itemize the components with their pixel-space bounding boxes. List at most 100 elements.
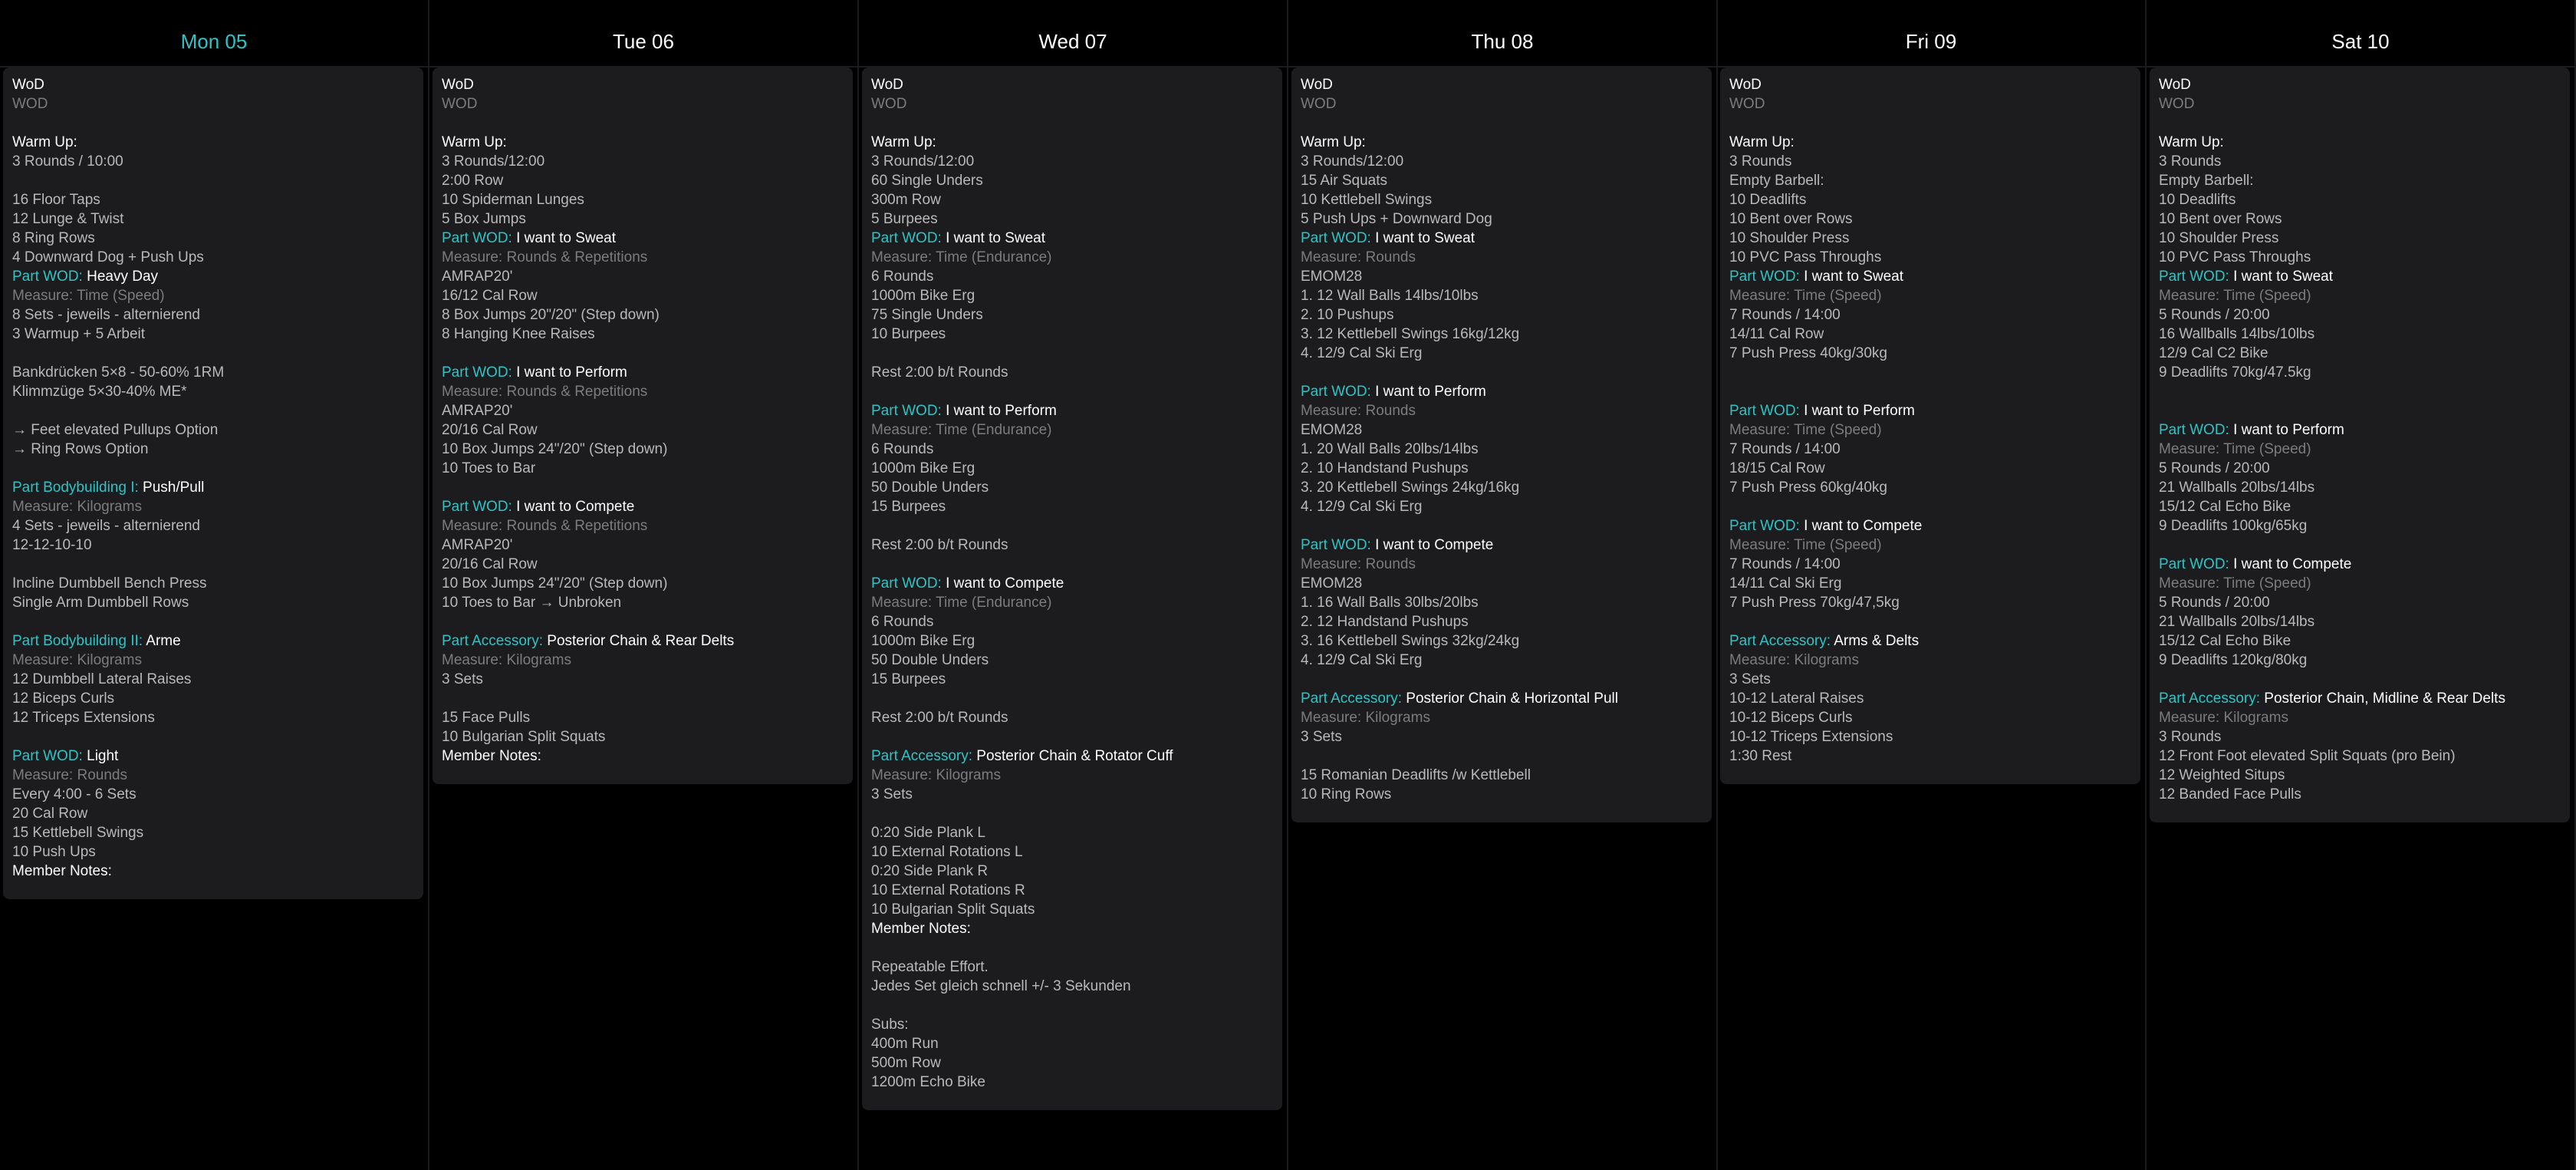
part-name: I want to Sweat — [1804, 269, 1904, 285]
workout-card[interactable]: WoD WOD Warm Up: 3 Rounds/12:00 15 Air Squat… — [1291, 68, 1712, 822]
workout-line: 10 Box Jumps 24"/20" (Step down) — [442, 575, 668, 592]
part-type-label: Part WOD: — [442, 230, 517, 246]
workout-line: 10 Deadlifts — [1729, 192, 1807, 208]
measure-label: Measure: Kilograms — [1301, 710, 1430, 726]
workout-card[interactable]: WoD WOD Warm Up: 3 Rounds/12:00 2:00 Row 10 S… — [433, 68, 853, 784]
workout-line: 5 Box Jumps — [442, 211, 526, 227]
workout-line: 10 Push Ups — [12, 844, 96, 860]
workout-line: 16/12 Cal Row — [442, 288, 538, 304]
day-column: Mon 05 WoD WOD Warm Up: 3 Rounds / 10:00 16 F… — [0, 0, 429, 1170]
measure-label: Measure: Time (Endurance) — [871, 595, 1052, 611]
workout-line: 4. 12/9 Cal Ski Erg — [1301, 652, 1423, 668]
measure-label: Measure: Kilograms — [12, 652, 142, 668]
workout-line: Single Arm Dumbbell Rows — [12, 595, 189, 611]
workout-line: 3 Rounds/12:00 — [1301, 153, 1404, 170]
workout-line: 1000m Bike Erg — [871, 633, 975, 649]
part-type-label: Part WOD: — [1301, 537, 1376, 553]
part-type-label: Part WOD: — [2159, 556, 2234, 572]
workout-line: Incline Dumbbell Bench Press — [12, 575, 207, 592]
workout-line: 12 Banded Face Pulls — [2159, 786, 2301, 803]
workout-line: Subs: — [871, 1017, 909, 1033]
part-name: I want to Perform — [946, 403, 1057, 419]
measure-label: Measure: Time (Speed) — [2159, 441, 2311, 457]
card-title: WoD — [1729, 77, 1762, 93]
day-header[interactable]: Mon 05 — [0, 0, 428, 68]
part-heading: Part WOD: I want to Perform — [2159, 420, 2562, 440]
day-column: Fri 09 WoD WOD Warm Up: 3 Rounds Empty Barbel… — [1717, 0, 2147, 1170]
day-header[interactable]: Sat 10 — [2147, 0, 2574, 68]
workout-line: 10 PVC Pass Throughs — [2159, 249, 2311, 265]
day-header[interactable]: Tue 06 — [429, 0, 857, 68]
workout-line: 4 Sets - jeweils - alternierend — [12, 518, 200, 534]
workout-line: 10 Spiderman Lunges — [442, 192, 584, 208]
workout-line: 10 External Rotations R — [871, 882, 1025, 898]
card-title: WoD — [12, 77, 44, 93]
workout-line: 10 Box Jumps 24"/20" (Step down) — [442, 441, 668, 457]
part-type-label: Part WOD: — [1301, 230, 1376, 246]
workout-line: 3 Sets — [1301, 729, 1342, 745]
card-subtitle: WOD — [1729, 96, 1765, 112]
part-heading: Part Accessory: Posterior Chain & Rotato… — [871, 746, 1275, 766]
workout-card[interactable]: WoD WOD Warm Up: 3 Rounds / 10:00 16 Floor T… — [3, 68, 423, 899]
workout-line: Every 4:00 - 6 Sets — [12, 786, 137, 803]
part-name: Posterior Chain, Midline & Rear Delts — [2264, 690, 2505, 707]
workout-line: 15 Air Squats — [1301, 173, 1388, 189]
workout-line: 12 Lunge & Twist — [12, 211, 124, 227]
workout-line: 10 External Rotations L — [871, 844, 1023, 860]
part-type-label: Part WOD: — [1301, 384, 1376, 400]
measure-label: Measure: Time (Speed) — [12, 288, 165, 304]
part-heading: Part Bodybuilding II: Arme — [12, 631, 416, 651]
workout-line: 3 Rounds — [2159, 153, 2222, 170]
part-type-label: Part WOD: — [871, 230, 946, 246]
member-notes-label: Member Notes: — [442, 748, 541, 764]
part-type-label: Part Bodybuilding II: — [12, 633, 146, 649]
workout-line: 4. 12/9 Cal Ski Erg — [1301, 345, 1423, 361]
workout-line: 21 Wallballs 20lbs/14lbs — [2159, 480, 2315, 496]
workout-line: 4 Downward Dog + Push Ups — [12, 249, 204, 265]
workout-line: Rest 2:00 b/t Rounds — [871, 537, 1008, 553]
card-subtitle: WOD — [12, 96, 48, 112]
workout-line: 3 Rounds/12:00 — [442, 153, 545, 170]
workout-line: 12 Weighted Situps — [2159, 767, 2285, 783]
workout-line: Warm Up: — [1729, 134, 1795, 150]
workout-line: 4. 12/9 Cal Ski Erg — [1301, 499, 1423, 515]
part-heading: Part WOD: I want to Compete — [442, 497, 845, 516]
workout-line: Warm Up: — [1301, 134, 1366, 150]
part-name: Light — [87, 748, 119, 764]
workout-line: 10 Burpees — [871, 326, 946, 342]
part-type-label: Part WOD: — [12, 748, 87, 764]
part-heading: Part Accessory: Posterior Chain & Horizo… — [1301, 689, 1704, 708]
part-heading: Part Accessory: Posterior Chain, Midline… — [2159, 689, 2562, 708]
day-header[interactable]: Thu 08 — [1288, 0, 1716, 68]
workout-line: Jedes Set gleich schnell +/- 3 Sekunden — [871, 978, 1131, 994]
day-label: Tue 06 — [613, 30, 674, 53]
workout-line: 20/16 Cal Row — [442, 556, 538, 572]
part-name: I want to Sweat — [1375, 230, 1476, 246]
workout-line: 12-12-10-10 — [12, 537, 92, 553]
workout-line: 15 Romanian Deadlifts /w Kettlebell — [1301, 767, 1531, 783]
workout-card[interactable]: WoD WOD Warm Up: 3 Rounds Empty Barbell: 10 D… — [2150, 68, 2570, 822]
part-name: I want to Compete — [2233, 556, 2352, 572]
workout-line: 7 Push Press 60kg/40kg — [1729, 480, 1887, 496]
day-header[interactable]: Wed 07 — [859, 0, 1287, 68]
day-column: Wed 07 WoD WOD Warm Up: 3 Rounds/12:00 60 Sin… — [859, 0, 1288, 1170]
part-type-label: Part Accessory: — [1729, 633, 1834, 649]
workout-line: 21 Wallballs 20lbs/14lbs — [2159, 614, 2315, 630]
workout-line: 3. 16 Kettlebell Swings 32kg/24kg — [1301, 633, 1520, 649]
card-subtitle: WOD — [442, 96, 478, 112]
workout-card[interactable]: WoD WOD Warm Up: 3 Rounds Empty Barbell: 10 D… — [1720, 68, 2140, 784]
part-type-label: Part Accessory: — [1301, 690, 1406, 707]
workout-line: → Ring Rows Option — [12, 441, 149, 457]
workout-line: 3 Warmup + 5 Arbeit — [12, 326, 146, 342]
workout-line: 12/9 Cal C2 Bike — [2159, 345, 2268, 361]
workout-card[interactable]: WoD WOD Warm Up: 3 Rounds/12:00 60 Single Un… — [862, 68, 1282, 1110]
part-type-label: Part Bodybuilding I: — [12, 480, 143, 496]
day-header[interactable]: Fri 09 — [1717, 0, 2145, 68]
